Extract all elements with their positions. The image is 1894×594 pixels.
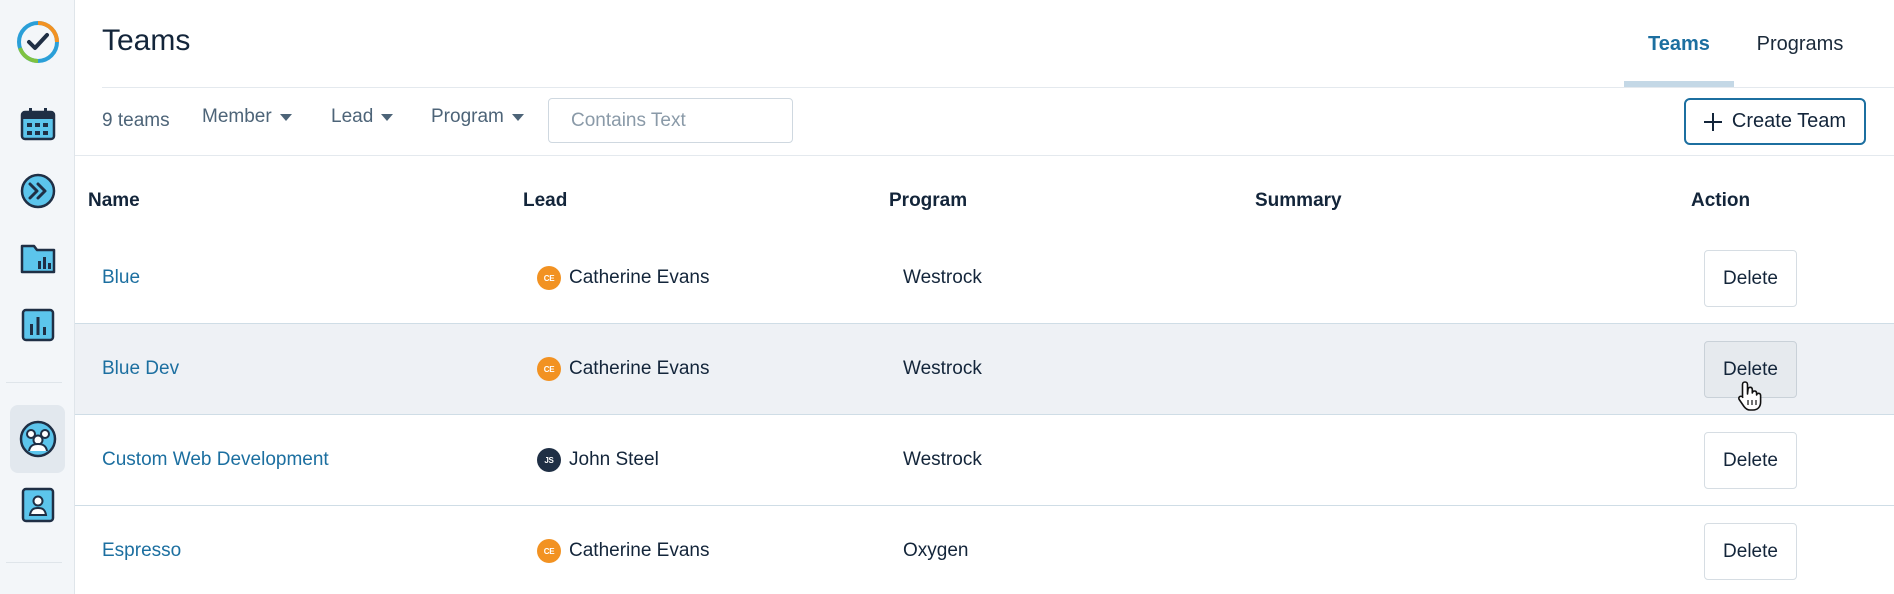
- teams-icon[interactable]: [10, 405, 65, 473]
- table-row: Blue Dev CE Catherine Evans Westrock Del…: [75, 324, 1894, 415]
- tab-programs[interactable]: Programs: [1748, 0, 1852, 88]
- fast-forward-icon[interactable]: [10, 163, 65, 218]
- column-header-program[interactable]: Program: [889, 190, 967, 212]
- folder-chart-icon[interactable]: [10, 230, 65, 285]
- toolbar-divider: [75, 155, 1894, 156]
- program-name: Westrock: [903, 449, 982, 470]
- lead-name: John Steel: [569, 449, 659, 470]
- caret-down-icon: [279, 113, 292, 121]
- member-filter-dropdown[interactable]: Member: [202, 106, 292, 128]
- caret-down-icon: [511, 113, 524, 121]
- plus-icon: [1703, 112, 1722, 131]
- column-header-lead[interactable]: Lead: [523, 190, 567, 212]
- team-name-link[interactable]: Blue: [102, 267, 140, 289]
- table-row: Espresso CE Catherine Evans Oxygen Delet…: [75, 506, 1894, 594]
- program-filter-label: Program: [431, 106, 504, 127]
- program-name: Oxygen: [903, 540, 969, 561]
- caret-down-icon: [381, 113, 394, 121]
- sidebar-divider: [6, 562, 62, 563]
- table-row: Blue CE Catherine Evans Westrock Delete: [75, 233, 1894, 324]
- column-header-summary[interactable]: Summary: [1255, 190, 1342, 212]
- delete-button[interactable]: Delete: [1704, 250, 1797, 307]
- delete-button[interactable]: Delete: [1704, 523, 1797, 580]
- hand-pointer-icon: [1738, 381, 1762, 411]
- avatar: CE: [537, 539, 561, 563]
- team-name-link[interactable]: Custom Web Development: [102, 449, 329, 471]
- team-name-link[interactable]: Blue Dev: [102, 358, 179, 380]
- calendar-icon[interactable]: [10, 96, 65, 151]
- app-logo-icon[interactable]: [10, 14, 65, 69]
- team-name-link[interactable]: Espresso: [102, 540, 181, 562]
- create-team-label: Create Team: [1731, 110, 1847, 132]
- sidebar: [0, 0, 75, 594]
- tab-teams[interactable]: Teams: [1624, 0, 1734, 88]
- program-name: Westrock: [903, 267, 982, 288]
- header-divider: [102, 87, 1894, 88]
- program-name: Westrock: [903, 358, 982, 379]
- avatar: JS: [537, 448, 561, 472]
- column-header-action: Action: [1691, 190, 1751, 211]
- table-row: Custom Web Development JS John Steel Wes…: [75, 415, 1894, 506]
- sidebar-divider: [6, 382, 62, 383]
- avatar: CE: [537, 266, 561, 290]
- lead-filter-dropdown[interactable]: Lead: [331, 106, 394, 128]
- member-filter-label: Member: [202, 106, 272, 127]
- lead-filter-label: Lead: [331, 106, 374, 127]
- user-badge-icon[interactable]: [10, 477, 65, 532]
- program-filter-dropdown[interactable]: Program: [431, 106, 524, 128]
- lead-name: Catherine Evans: [569, 540, 710, 561]
- lead-name: Catherine Evans: [569, 358, 710, 379]
- search-input[interactable]: [548, 98, 793, 143]
- page-title: Teams: [102, 24, 191, 57]
- column-header-name[interactable]: Name: [88, 190, 140, 212]
- delete-button[interactable]: Delete: [1704, 432, 1797, 489]
- create-team-button[interactable]: Create Team: [1684, 98, 1866, 145]
- team-count: 9 teams: [102, 110, 170, 131]
- lead-name: Catherine Evans: [569, 267, 710, 288]
- avatar: CE: [537, 357, 561, 381]
- bar-chart-icon[interactable]: [10, 297, 65, 352]
